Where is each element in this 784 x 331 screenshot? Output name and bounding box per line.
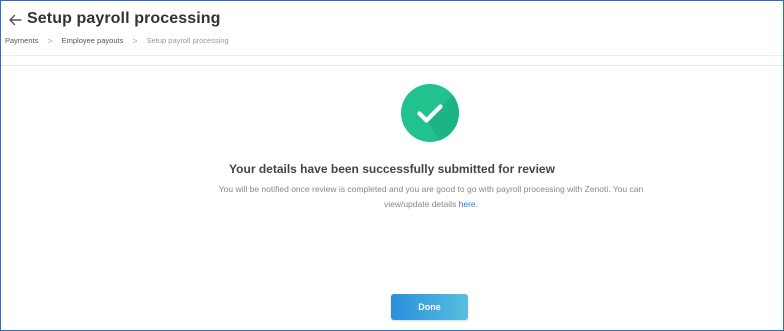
breadcrumb: Payments > Employee payouts > Setup payr… bbox=[5, 36, 229, 45]
success-message-text: You will be notified once review is comp… bbox=[218, 184, 644, 209]
back-arrow-icon[interactable] bbox=[7, 12, 23, 28]
breadcrumb-item-current: Setup payroll processing bbox=[146, 36, 229, 45]
view-details-link[interactable]: here bbox=[459, 199, 476, 209]
breadcrumb-separator-icon: > bbox=[47, 35, 53, 46]
breadcrumb-item-employee-payouts[interactable]: Employee payouts bbox=[62, 36, 124, 45]
success-message: You will be notified once review is comp… bbox=[201, 182, 661, 212]
success-checkmark-icon bbox=[401, 84, 459, 142]
breadcrumb-separator-icon: > bbox=[132, 35, 138, 46]
page-header: Setup payroll processing Payments > Empl… bbox=[1, 1, 783, 56]
breadcrumb-item-payments[interactable]: Payments bbox=[5, 36, 38, 45]
success-title: Your details have been successfully subm… bbox=[229, 162, 555, 176]
success-message-end: . bbox=[475, 199, 479, 209]
done-button[interactable]: Done bbox=[391, 294, 468, 320]
app-frame: Setup payroll processing Payments > Empl… bbox=[0, 0, 784, 331]
content-divider bbox=[1, 65, 783, 66]
page-title: Setup payroll processing bbox=[27, 10, 221, 27]
